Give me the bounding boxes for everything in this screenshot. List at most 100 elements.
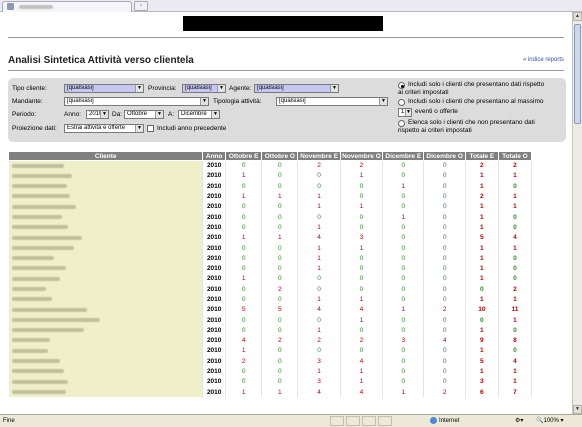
new-tab-button[interactable]: ▫: [134, 1, 148, 11]
da-select[interactable]: Ottobre ▼: [124, 110, 164, 119]
value-cell: 0: [382, 284, 425, 295]
chevron-down-icon: ▼: [379, 98, 387, 105]
value-cell: 0: [261, 376, 299, 388]
value-cell: 0: [423, 170, 466, 182]
mandante-select[interactable]: [qualsiasi] ▼: [64, 97, 209, 106]
a-select[interactable]: Dicembre ▼: [178, 110, 220, 119]
anno-cell: 2010: [202, 160, 227, 171]
totale-cell: 6: [465, 387, 499, 398]
value-cell: 0: [225, 160, 263, 171]
chevron-down-icon: ▼: [211, 111, 219, 118]
proiezione-select[interactable]: Estrai attività e offerte ▼: [64, 124, 144, 133]
value-cell: 4: [340, 304, 384, 315]
totale-cell: 1: [498, 294, 533, 305]
value-cell: 0: [340, 284, 384, 295]
value-cell: 1: [340, 366, 384, 377]
value-cell: 0: [423, 366, 466, 377]
value-cell: 1: [225, 170, 263, 182]
value-cell: 0: [261, 325, 299, 336]
value-cell: 0: [382, 273, 425, 285]
value-cell: 0: [423, 201, 466, 212]
cliente-cell-redacted: [8, 253, 204, 264]
anno-label: Anno:: [64, 111, 81, 118]
tipo-cliente-label: Tipo cliente:: [12, 85, 47, 92]
vertical-scrollbar[interactable]: ▲ ▼: [572, 12, 582, 414]
anno-cell: 2010: [202, 232, 227, 243]
redacted-client-name: [11, 359, 60, 364]
option2-count-select[interactable]: 1 ▼: [398, 108, 412, 117]
value-cell: 0: [382, 294, 425, 305]
value-cell: 0: [261, 222, 299, 233]
scroll-down-icon[interactable]: ▼: [573, 405, 582, 414]
value-cell: 1: [261, 387, 299, 398]
value-cell: 0: [225, 366, 263, 377]
includi-anno-checkbox[interactable]: [147, 125, 154, 132]
redacted-client-name: [11, 173, 72, 178]
provincia-select[interactable]: [qualsiasi] ▼: [182, 84, 226, 93]
totale-cell: 1: [465, 201, 499, 212]
value-cell: 1: [340, 376, 384, 388]
cliente-cell-redacted: [8, 304, 204, 315]
option3-radio[interactable]: [398, 120, 405, 127]
value-cell: 0: [423, 191, 466, 202]
value-cell: 1: [382, 211, 425, 223]
table-row: 2010 1 1 1 0 0 0 2 1: [8, 191, 533, 202]
value-cell: 0: [297, 170, 341, 182]
totale-cell: 5: [465, 232, 499, 243]
value-cell: 0: [423, 253, 466, 264]
totale-cell: 1: [498, 191, 533, 202]
value-cell: 0: [225, 181, 263, 192]
tipologia-select[interactable]: [qualsiasi] ▼: [276, 97, 388, 106]
redacted-client-name: [11, 328, 84, 333]
value-cell: 0: [382, 325, 425, 336]
index-reports-link[interactable]: « indice reports: [523, 57, 564, 63]
scroll-up-icon[interactable]: ▲: [573, 12, 582, 21]
anno-cell: 2010: [202, 253, 227, 264]
totale-cell: 0: [498, 222, 533, 233]
zoom-control[interactable]: 🔍100% ▾: [536, 417, 564, 424]
option1-text-line2: ai criteri impostati: [398, 89, 449, 96]
anno-select[interactable]: 2010 ▼: [86, 110, 109, 119]
option1-radio[interactable]: [398, 82, 405, 89]
cliente-cell-redacted: [8, 201, 204, 212]
value-cell: 1: [340, 201, 384, 212]
value-cell: 3: [297, 356, 341, 367]
value-cell: 0: [382, 314, 425, 326]
value-cell: 0: [382, 263, 425, 274]
redacted-client-name: [11, 317, 100, 322]
table-row: 2010 1 1 4 4 1 2 6 7: [8, 387, 533, 398]
totale-cell: 0: [498, 253, 533, 264]
value-cell: 5: [225, 304, 263, 315]
totale-cell: 2: [498, 284, 533, 295]
totale-cell: 11: [498, 304, 533, 315]
table-header-row: Cliente Anno Ottobre E Ottobre O Novembre EN…: [7, 151, 533, 161]
anno-cell: 2010: [202, 345, 227, 357]
cliente-cell-redacted: [8, 191, 204, 202]
column-header: Cliente: [7, 151, 204, 161]
security-zone[interactable]: Internet: [430, 417, 459, 424]
table-row: 2010 1 0 0 0 0 0 1 0: [8, 273, 533, 285]
protected-mode-icon[interactable]: ⚙▾: [515, 417, 523, 424]
value-cell: 0: [261, 253, 299, 264]
redacted-client-name: [11, 307, 87, 312]
value-cell: 0: [423, 284, 466, 295]
scrollbar-thumb[interactable]: [574, 24, 581, 124]
value-cell: 0: [261, 211, 299, 223]
anno-cell: 2010: [202, 222, 227, 233]
totale-cell: 3: [465, 376, 499, 388]
anno-cell: 2010: [202, 356, 227, 367]
option2-radio[interactable]: [398, 99, 405, 106]
cliente-cell-redacted: [8, 160, 204, 171]
tipo-cliente-select[interactable]: [qualsiasi] ▼: [64, 84, 144, 93]
agente-select[interactable]: [qualsiasi] ▼: [254, 84, 339, 93]
value-cell: 0: [297, 211, 341, 223]
totale-cell: 2: [465, 191, 499, 202]
value-cell: 2: [297, 160, 341, 171]
value-cell: 0: [340, 191, 384, 202]
browser-tab[interactable]: [2, 1, 132, 12]
tipo-cliente-value: [qualsiasi]: [67, 85, 94, 91]
cliente-cell-redacted: [8, 325, 204, 336]
value-cell: 1: [297, 366, 341, 377]
value-cell: 1: [261, 191, 299, 202]
table-row: 2010 0 0 3 1 0 0 3 1: [8, 376, 533, 388]
